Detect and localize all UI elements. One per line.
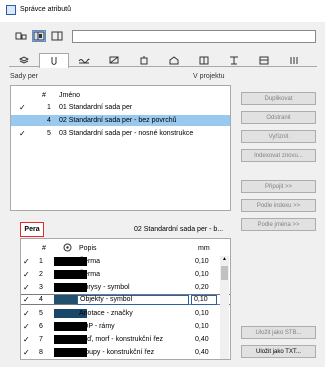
reindex-button[interactable]: Indexovat znovu...: [241, 149, 316, 162]
tab-materials-icon[interactable]: [189, 53, 219, 67]
check-icon: ✓: [23, 309, 30, 318]
col-name-header: Jméno: [59, 92, 81, 99]
check-icon: ✓: [23, 335, 30, 344]
pen-sets-list: # Jméno ✓ 1 01 Standardní sada per 4 02 …: [10, 85, 231, 211]
scroll-thumb[interactable]: [221, 266, 228, 280]
pen-row[interactable]: ✓ 8 Sloupy - konstrukční řez 0,40: [21, 347, 230, 358]
tab-fills-icon[interactable]: [99, 53, 129, 67]
delete-button[interactable]: Odstranit: [241, 111, 316, 124]
pen-row[interactable]: ✓ 6 LOP - rámy 0,10: [21, 321, 230, 332]
by-name-button[interactable]: Podle jména >>: [241, 218, 316, 231]
check-icon: ✓: [23, 257, 30, 266]
save-stb-button[interactable]: Uložit jako STB...: [241, 326, 316, 339]
cut-button[interactable]: Vyříznit: [241, 130, 316, 143]
duplicate-button[interactable]: Duplikovat: [241, 92, 316, 105]
view-panel-button[interactable]: [50, 30, 64, 42]
check-icon: ✓: [23, 348, 30, 357]
pen-row[interactable]: ✓ 7 Zeď, morf - konstrukční řez 0,40: [21, 334, 230, 345]
pen-row[interactable]: ✓ 3 Obrysy - symbol 0,20: [21, 282, 230, 293]
check-icon: ✓: [23, 322, 30, 331]
search-input[interactable]: [72, 30, 316, 43]
pen-row[interactable]: ✓ 2 Čerma 0,10: [21, 269, 230, 280]
view-list-button[interactable]: [14, 30, 28, 42]
save-txt-button[interactable]: Uložit jako TXT...: [241, 345, 316, 358]
check-icon: ✓: [23, 283, 30, 292]
scroll-up-icon[interactable]: ▲: [221, 256, 228, 264]
pen-set-row[interactable]: ✓ 1 01 Standardní sada per: [11, 102, 230, 113]
window-title: Správce atributů: [20, 6, 71, 13]
tab-profiles-icon[interactable]: [159, 53, 189, 67]
pen-set-row-selected[interactable]: 4 02 Standardní sada per - bez povrchů: [11, 115, 230, 126]
pen-mm-edit-field[interactable]: 0,10: [191, 294, 217, 305]
attach-button[interactable]: Připojit >>: [241, 180, 316, 193]
col-mm-header: mm: [198, 245, 210, 252]
pen-row[interactable]: ✓ 5 Anotace - značky 0,10: [21, 308, 230, 319]
col-num-header: #: [42, 92, 46, 99]
check-icon: ✓: [23, 295, 30, 304]
pens-list: # Popis mm ✓ 1 Čerma 0,10 ✓ 2 Čerma 0,10…: [20, 238, 231, 360]
sets-label: Sady per: [10, 73, 39, 80]
tab-more-icon[interactable]: [279, 53, 309, 67]
view-split-button[interactable]: [32, 30, 46, 42]
tab-mep-icon[interactable]: [249, 53, 279, 67]
app-icon: [6, 5, 16, 15]
color-wheel-icon: [63, 243, 72, 254]
tab-pens-icon[interactable]: [39, 53, 69, 68]
tab-zones-icon[interactable]: [219, 53, 249, 67]
pens-tab[interactable]: Pera: [20, 222, 44, 237]
tab-lines-icon[interactable]: [69, 53, 99, 67]
tab-layers-icon[interactable]: [9, 53, 39, 67]
pen-set-row[interactable]: ✓ 5 03 Standardní sada per - nosné konst…: [11, 128, 230, 139]
col-num-header: #: [42, 245, 46, 252]
title-bar: Správce atributů: [0, 0, 325, 22]
pen-desc-edit-field[interactable]: Objekty - symbol: [77, 294, 189, 305]
pen-set-name: 02 Standardní sada per - b...: [134, 226, 224, 233]
check-icon: ✓: [19, 103, 26, 112]
tab-composites-icon[interactable]: [129, 53, 159, 67]
by-index-button[interactable]: Podle indexu >>: [241, 199, 316, 212]
attribute-tabs: [9, 53, 317, 68]
pen-row-editing[interactable]: ✓ 4 Objekty - symbol 0,10: [21, 294, 230, 305]
col-desc-header: Popis: [79, 245, 97, 252]
project-label: V projektu: [193, 73, 225, 80]
pen-row[interactable]: ✓ 1 Čerma 0,10: [21, 256, 230, 267]
pens-scrollbar[interactable]: ▲: [220, 256, 229, 359]
check-icon: ✓: [23, 270, 30, 279]
check-icon: ✓: [19, 129, 26, 138]
